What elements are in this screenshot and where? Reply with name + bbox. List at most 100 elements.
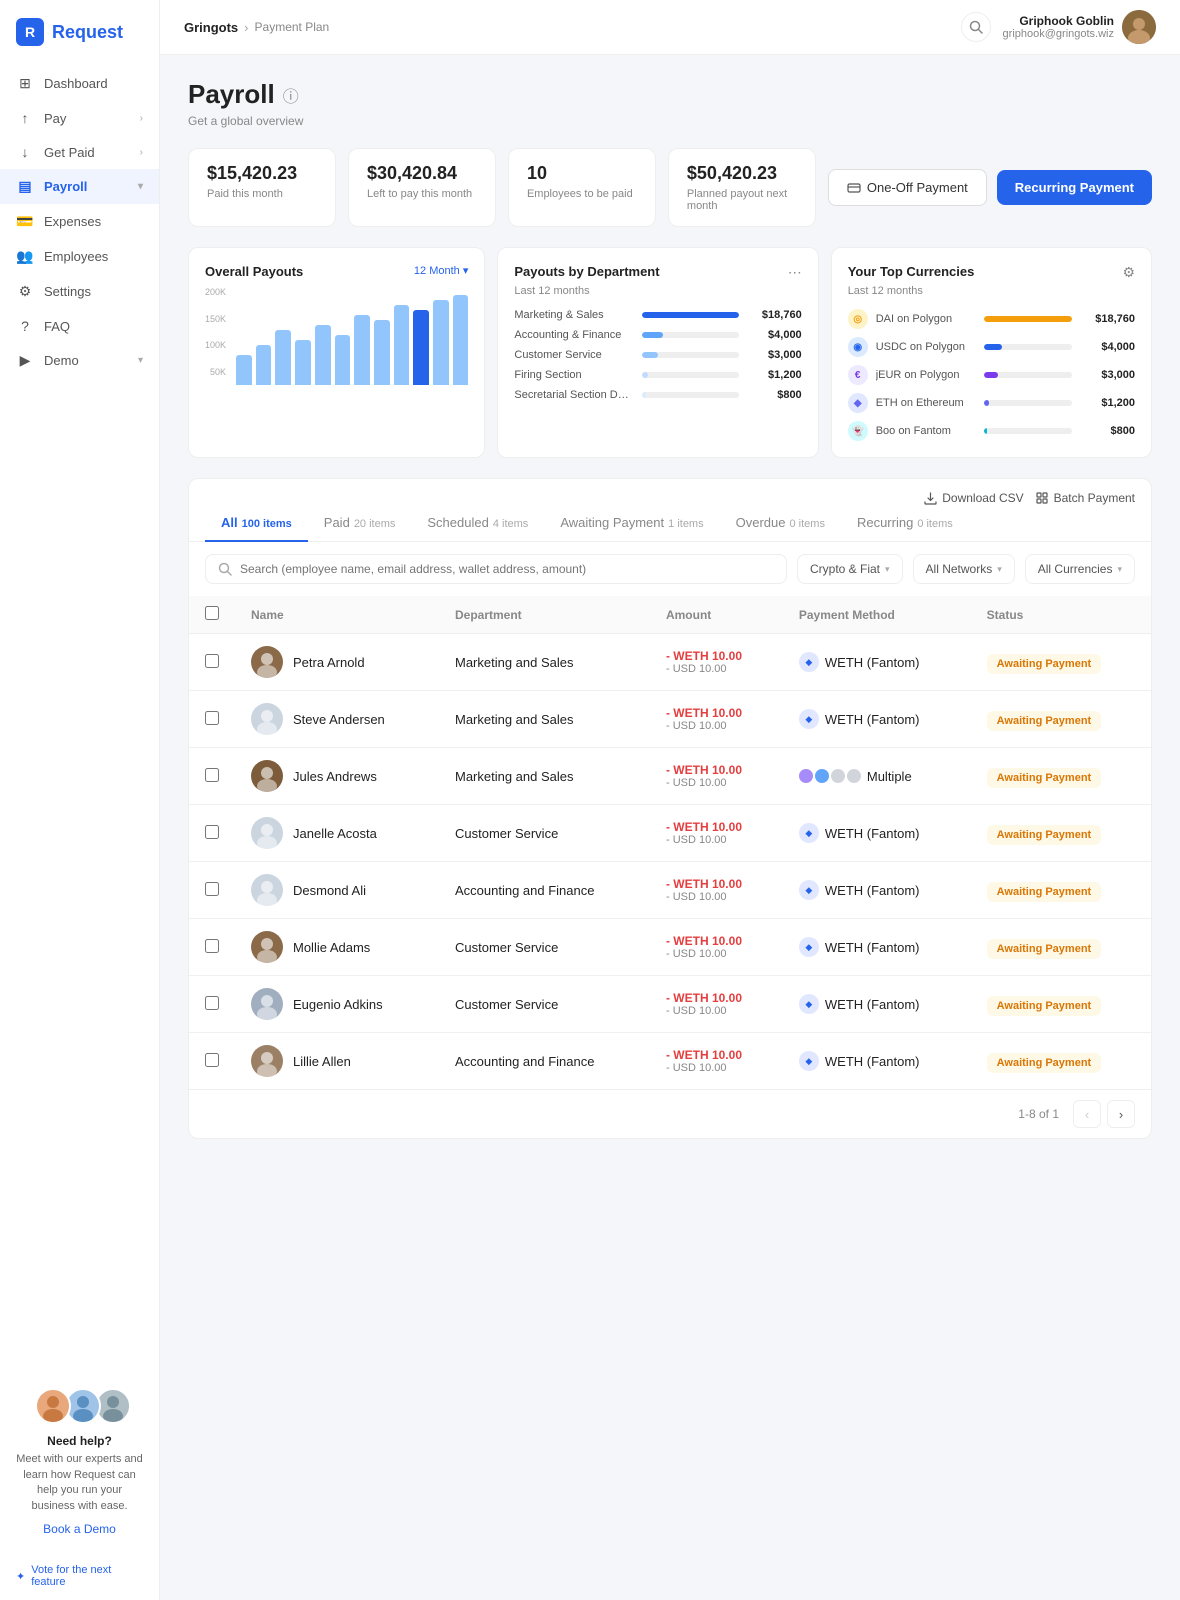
chart-title: Your Top Currencies (848, 264, 975, 279)
sidebar-item-pay[interactable]: ↑ Pay › (0, 101, 159, 135)
sidebar-item-get-paid[interactable]: ↓ Get Paid › (0, 135, 159, 169)
bar[interactable] (236, 355, 252, 385)
crypto-filter-dropdown[interactable]: Crypto & Fiat ▾ (797, 554, 903, 584)
prev-page-button[interactable]: ‹ (1073, 1100, 1101, 1128)
chart-options-icon[interactable]: ⚙ (1122, 264, 1135, 281)
main-content: Gringots › Payment Plan Griphook Goblin … (160, 0, 1180, 1600)
recurring-payment-button[interactable]: Recurring Payment (997, 170, 1152, 205)
tab-overdue[interactable]: Overdue0 items (720, 505, 841, 542)
currency-amount: $800 (1080, 425, 1135, 437)
tabs-row: All100 itemsPaid20 itemsScheduled4 items… (189, 505, 1151, 542)
bar[interactable] (256, 345, 272, 385)
logo-icon: R (16, 18, 44, 46)
amount-sub: - USD 10.00 (666, 891, 767, 903)
sidebar-item-expenses[interactable]: 💳 Expenses (0, 204, 159, 239)
avatar-1 (35, 1388, 71, 1424)
currency-item: ◎ DAI on Polygon $18,760 (848, 309, 1135, 329)
dept-cell: Customer Service (439, 805, 650, 862)
amount-cell: - WETH 10.00 - USD 10.00 (650, 862, 783, 919)
bar[interactable] (354, 315, 370, 385)
search-icon[interactable] (961, 12, 991, 42)
currency-item: ◉ USDC on Polygon $4,000 (848, 337, 1135, 357)
bar[interactable] (374, 320, 390, 385)
currency-filter-dropdown[interactable]: All Currencies ▾ (1025, 554, 1135, 584)
user-menu[interactable]: Griphook Goblin griphook@gringots.wiz (1003, 10, 1156, 44)
stat-value: $15,420.23 (207, 163, 317, 184)
app-logo[interactable]: R Request (0, 0, 159, 66)
bar[interactable] (394, 305, 410, 385)
bar[interactable] (295, 340, 311, 385)
currency-amount: $4,000 (1080, 341, 1135, 353)
method-cell: Multiple (783, 748, 971, 805)
chart-subtitle: Last 12 months (514, 285, 801, 297)
payment-method-name: WETH (Fantom) (825, 712, 920, 727)
search-box (205, 554, 787, 584)
bar[interactable] (335, 335, 351, 385)
chevron-down-icon: ▾ (138, 181, 143, 192)
chart-options-icon[interactable]: ⋯ (788, 264, 802, 281)
amount-sub: - USD 10.00 (666, 720, 767, 732)
sidebar-item-demo[interactable]: ▶ Demo ▾ (0, 343, 159, 378)
sidebar-item-settings[interactable]: ⚙ Settings (0, 274, 159, 309)
bar[interactable] (315, 325, 331, 385)
row-checkbox[interactable] (205, 768, 219, 782)
stat-paid-this-month: $15,420.23 Paid this month (188, 148, 336, 227)
dept-item: Secretarial Section Department $800 (514, 389, 801, 401)
status-cell: Awaiting Payment (971, 691, 1151, 748)
table-row: Steve Andersen Marketing and Sales - WET… (189, 691, 1151, 748)
amount-sub: - USD 10.00 (666, 948, 767, 960)
row-checkbox[interactable] (205, 939, 219, 953)
bar[interactable] (453, 295, 469, 385)
chart-period-selector[interactable]: 12 Month ▾ (414, 264, 468, 277)
dept-column-header: Department (439, 596, 650, 634)
dept-amount: $18,760 (747, 309, 802, 321)
status-cell: Awaiting Payment (971, 976, 1151, 1033)
search-input[interactable] (240, 562, 774, 576)
breadcrumb-separator: › (244, 20, 248, 35)
one-off-payment-button[interactable]: One-Off Payment (828, 169, 987, 206)
dept-item: Firing Section $1,200 (514, 369, 801, 381)
row-checkbox[interactable] (205, 1053, 219, 1067)
row-checkbox[interactable] (205, 882, 219, 896)
bar[interactable] (275, 330, 291, 385)
payment-method-cell: ◆ WETH (Fantom) (799, 652, 955, 672)
tab-recurring[interactable]: Recurring0 items (841, 505, 969, 542)
tab-paid[interactable]: Paid20 items (308, 505, 412, 542)
sidebar-item-dashboard[interactable]: ⊞ Dashboard (0, 66, 159, 101)
row-checkbox[interactable] (205, 825, 219, 839)
sidebar-item-payroll[interactable]: ▤ Payroll ▾ (0, 169, 159, 204)
row-checkbox[interactable] (205, 654, 219, 668)
chevron-down-icon: ▾ (1117, 564, 1122, 575)
status-badge: Awaiting Payment (987, 654, 1102, 674)
info-icon[interactable]: ⓘ (283, 83, 299, 107)
select-all-checkbox[interactable] (205, 606, 219, 620)
sidebar-item-employees[interactable]: 👥 Employees (0, 239, 159, 274)
sidebar-item-faq[interactable]: ? FAQ (0, 309, 159, 343)
currency-item: ◆ ETH on Ethereum $1,200 (848, 393, 1135, 413)
plan-name: Payment Plan (255, 20, 330, 34)
row-checkbox[interactable] (205, 996, 219, 1010)
network-filter-dropdown[interactable]: All Networks ▾ (913, 554, 1015, 584)
tab-awaiting[interactable]: Awaiting Payment1 items (544, 505, 719, 542)
name-column-header: Name (235, 596, 439, 634)
download-csv-button[interactable]: Download CSV (924, 491, 1023, 505)
payment-method-name: WETH (Fantom) (825, 940, 920, 955)
bar[interactable] (433, 300, 449, 385)
tab-scheduled[interactable]: Scheduled4 items (411, 505, 544, 542)
status-badge: Awaiting Payment (987, 996, 1102, 1016)
currency-bar-track (984, 344, 1072, 350)
dept-cell: Accounting and Finance (439, 862, 650, 919)
table-row: Desmond Ali Accounting and Finance - WET… (189, 862, 1151, 919)
vote-feature[interactable]: ✦ Vote for the next feature (0, 1564, 159, 1600)
currency-bar-track (984, 400, 1072, 406)
row-checkbox-cell (189, 976, 235, 1033)
row-checkbox[interactable] (205, 711, 219, 725)
next-page-button[interactable]: › (1107, 1100, 1135, 1128)
page-subtitle: Get a global overview (188, 114, 1152, 128)
bar[interactable] (413, 310, 429, 385)
book-demo-link[interactable]: Book a Demo (16, 1522, 143, 1536)
payment-method-name: WETH (Fantom) (825, 655, 920, 670)
tab-all[interactable]: All100 items (205, 505, 308, 542)
employee-avatar (251, 703, 283, 735)
batch-payment-button[interactable]: Batch Payment (1036, 491, 1135, 505)
